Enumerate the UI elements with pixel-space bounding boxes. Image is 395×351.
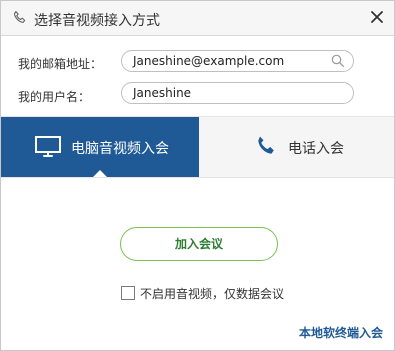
- join-mode-tabs: 电脑音视频入会 电话入会: [1, 116, 394, 178]
- disable-av-label: 不启用音视频，仅数据会议: [140, 287, 285, 301]
- close-icon[interactable]: [368, 8, 386, 26]
- active-tab-pointer: [93, 170, 107, 177]
- email-field[interactable]: Janeshine@example.com: [121, 50, 354, 72]
- phone-icon: [258, 136, 274, 154]
- join-mode-dialog: 选择音视频接入方式 我的邮箱地址： Janeshine@example.com …: [0, 0, 395, 351]
- tab-computer-av-label: 电脑音视频入会: [71, 141, 169, 157]
- username-label: 我的用户名：: [18, 90, 91, 104]
- join-meeting-button[interactable]: 加入会议: [120, 227, 278, 261]
- username-value: Janeshine: [133, 86, 192, 100]
- tab-computer-av[interactable]: 电脑音视频入会: [1, 117, 199, 177]
- monitor-icon: [35, 136, 61, 157]
- email-label: 我的邮箱地址：: [18, 57, 103, 71]
- tab-phone[interactable]: 电话入会: [199, 117, 394, 177]
- title-bar: 选择音视频接入方式: [1, 1, 394, 36]
- tab-phone-label: 电话入会: [288, 141, 344, 157]
- dialog-title: 选择音视频接入方式: [34, 13, 160, 29]
- search-icon[interactable]: [331, 54, 345, 68]
- phone-icon: [13, 11, 26, 23]
- email-value: Janeshine@example.com: [133, 54, 285, 68]
- local-client-join-link[interactable]: 本地软终端入会: [299, 324, 383, 341]
- disable-av-checkbox[interactable]: [121, 286, 135, 300]
- username-field[interactable]: Janeshine: [121, 82, 354, 104]
